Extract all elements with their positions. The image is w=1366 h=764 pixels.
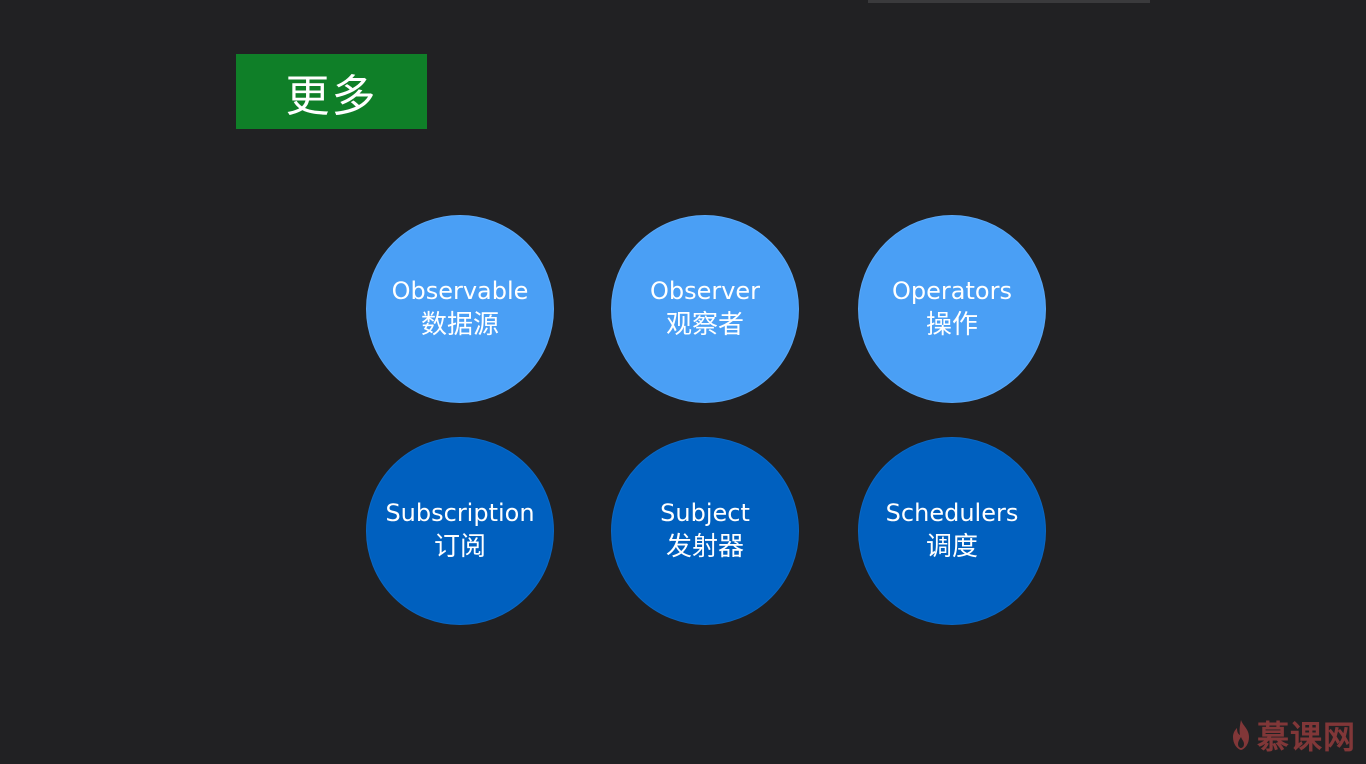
- concept-label-en: Subject: [660, 499, 750, 527]
- watermark-text: 慕课网: [1256, 718, 1356, 756]
- concept-circle-operators: Operators 操作: [858, 215, 1046, 403]
- concept-circle-observer: Observer 观察者: [611, 215, 799, 403]
- watermark: 慕课网: [1229, 712, 1356, 758]
- concept-label-en: Schedulers: [885, 499, 1019, 527]
- concept-circle-schedulers: Schedulers 调度: [858, 437, 1046, 625]
- concept-label-en: Observer: [649, 277, 761, 305]
- concept-label-zh: 发射器: [665, 532, 744, 562]
- concept-label-zh: 调度: [925, 532, 978, 562]
- concept-label-zh: 操作: [925, 310, 978, 340]
- concept-label-en: Operators: [892, 277, 1012, 305]
- top-strip: [868, 0, 1150, 3]
- concept-label-zh: 订阅: [433, 532, 486, 562]
- slide: 更多 Observable 数据源 Observer 观察者 Operators…: [0, 0, 1366, 764]
- concept-circle-subject: Subject 发射器: [611, 437, 799, 625]
- slide-title: 更多: [236, 54, 427, 129]
- slide-title-text: 更多: [285, 70, 378, 122]
- concept-circle-subscription: Subscription 订阅: [366, 437, 554, 625]
- flame-icon: [1232, 720, 1249, 750]
- concept-label-en: Subscription: [385, 499, 535, 527]
- concept-label-en: Observable: [391, 277, 529, 305]
- concept-circle-observable: Observable 数据源: [366, 215, 554, 403]
- concept-label-zh: 观察者: [665, 310, 744, 340]
- concept-label-zh: 数据源: [420, 310, 499, 340]
